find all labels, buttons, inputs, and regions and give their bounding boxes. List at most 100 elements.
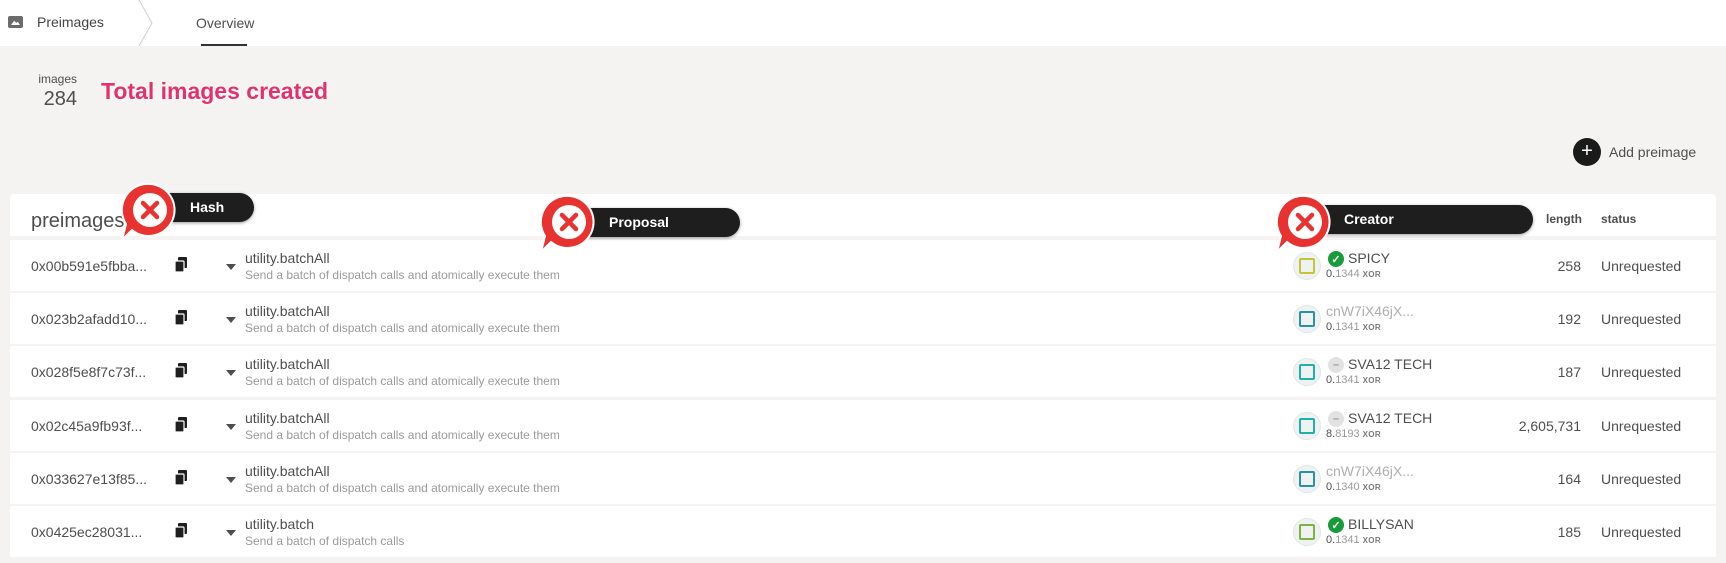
add-preimage-label: Add preimage bbox=[1609, 144, 1697, 160]
brand[interactable]: Preimages bbox=[8, 14, 104, 30]
account-avatar-icon[interactable] bbox=[1293, 305, 1321, 333]
copy-icon[interactable] bbox=[174, 310, 188, 326]
active-tab-indicator bbox=[201, 44, 247, 46]
balance-integer: 0. bbox=[1326, 321, 1336, 333]
creator-account-name[interactable]: cnW7iX46jX... bbox=[1326, 463, 1414, 479]
table-row[interactable]: 0x023b2afadd10... utility.batchAll Send a … bbox=[10, 293, 1716, 344]
balance-integer: 0. bbox=[1326, 268, 1336, 280]
balance-integer: 0. bbox=[1326, 481, 1336, 493]
verified-check-icon: ✓ bbox=[1328, 517, 1344, 533]
balance-unit: XOR bbox=[1362, 323, 1381, 332]
account-avatar-icon[interactable] bbox=[1293, 358, 1321, 386]
identity-neutral-icon: – bbox=[1328, 357, 1344, 373]
table-row[interactable]: 0x0425ec28031... utility.batch Send a batc… bbox=[10, 506, 1716, 557]
annotation-total-images: Total images created bbox=[101, 78, 329, 104]
summary-value: 284 bbox=[43, 88, 77, 110]
preimage-hash: 0x023b2afadd10... bbox=[31, 311, 147, 327]
preimage-status: Unrequested bbox=[1601, 311, 1682, 327]
preimage-hash: 0x00b591e5fbba... bbox=[31, 258, 147, 274]
balance-decimal: 1340 bbox=[1335, 481, 1360, 493]
table-row[interactable]: 0x00b591e5fbba... utility.batchAll Send a … bbox=[10, 240, 1716, 291]
proposal-description: Send a batch of dispatch calls and atomi… bbox=[245, 268, 560, 282]
table-row[interactable]: 0x028f5e8f7c73f... utility.batchAll Send a… bbox=[10, 346, 1716, 397]
balance-unit: XOR bbox=[1362, 376, 1381, 385]
column-header-length: length bbox=[1546, 212, 1582, 226]
balance-integer: 0. bbox=[1326, 374, 1336, 386]
balance-integer: 0. bbox=[1326, 534, 1336, 546]
expand-caret-icon[interactable] bbox=[226, 477, 236, 483]
preimage-status: Unrequested bbox=[1601, 471, 1682, 487]
expand-caret-icon[interactable] bbox=[226, 317, 236, 323]
creator-account-name[interactable]: SVA12 TECH bbox=[1348, 410, 1432, 426]
creator-account-name[interactable]: SPICY bbox=[1348, 250, 1390, 266]
balance-unit: XOR bbox=[1362, 483, 1381, 492]
tab-overview[interactable]: Overview bbox=[196, 15, 254, 31]
expand-caret-icon[interactable] bbox=[226, 264, 236, 270]
expand-caret-icon[interactable] bbox=[226, 530, 236, 536]
preimage-status: Unrequested bbox=[1601, 524, 1682, 540]
table-row[interactable]: 0x02c45a9fb93f... utility.batchAll Send a … bbox=[10, 400, 1716, 451]
creator-balance: 0.1341 XOR bbox=[1326, 374, 1381, 386]
proposal-description: Send a batch of dispatch calls and atomi… bbox=[245, 428, 560, 442]
creator-balance: 8.8193 XOR bbox=[1326, 428, 1381, 440]
creator-account-name[interactable]: cnW7iX46jX... bbox=[1326, 303, 1414, 319]
annotation-close-marker-icon bbox=[120, 182, 176, 244]
copy-icon[interactable] bbox=[174, 470, 188, 486]
breadcrumb-chevron-icon bbox=[138, 0, 153, 46]
annotation-close-marker-icon bbox=[1275, 194, 1331, 256]
proposal-description: Send a batch of dispatch calls and atomi… bbox=[245, 374, 560, 388]
balance-unit: XOR bbox=[1362, 270, 1381, 279]
preimage-status: Unrequested bbox=[1601, 258, 1682, 274]
image-icon bbox=[8, 16, 23, 28]
preimage-length: 192 bbox=[1557, 311, 1581, 327]
top-nav: Preimages Overview bbox=[0, 0, 1726, 46]
summary-label: images bbox=[38, 72, 77, 86]
balance-decimal: 1344 bbox=[1335, 268, 1360, 280]
balance-unit: XOR bbox=[1362, 430, 1381, 439]
balance-decimal: 1341 bbox=[1335, 534, 1360, 546]
preimage-status: Unrequested bbox=[1601, 418, 1682, 434]
expand-caret-icon[interactable] bbox=[226, 370, 236, 376]
creator-balance: 0.1341 XOR bbox=[1326, 534, 1381, 546]
balance-decimal: 1341 bbox=[1335, 321, 1360, 333]
proposal-call: utility.batchAll bbox=[245, 356, 330, 372]
preimage-length: 258 bbox=[1557, 258, 1581, 274]
proposal-call: utility.batchAll bbox=[245, 463, 330, 479]
account-avatar-icon[interactable] bbox=[1293, 412, 1321, 440]
annotation-close-marker-icon bbox=[539, 194, 595, 256]
proposal-description: Send a batch of dispatch calls and atomi… bbox=[245, 481, 560, 495]
table-title: preimages bbox=[31, 210, 125, 232]
identity-neutral-icon: – bbox=[1328, 411, 1344, 427]
images-summary: images 284 bbox=[32, 72, 77, 111]
proposal-description: Send a batch of dispatch calls bbox=[245, 534, 405, 548]
preimage-length: 2,605,731 bbox=[1518, 418, 1581, 434]
proposal-call: utility.batch bbox=[245, 516, 314, 532]
creator-account-name[interactable]: BILLYSAN bbox=[1348, 516, 1414, 532]
preimage-hash: 0x02c45a9fb93f... bbox=[31, 418, 143, 434]
account-avatar-icon[interactable] bbox=[1293, 252, 1321, 280]
preimage-hash: 0x0425ec28031... bbox=[31, 524, 143, 540]
expand-caret-icon[interactable] bbox=[226, 424, 236, 430]
brand-label: Preimages bbox=[37, 14, 104, 30]
proposal-call: utility.batchAll bbox=[245, 410, 330, 426]
add-preimage-button[interactable]: + Add preimage bbox=[1573, 138, 1696, 166]
preimage-hash: 0x033627e13f85... bbox=[31, 471, 147, 487]
preimage-length: 164 bbox=[1557, 471, 1581, 487]
account-avatar-icon[interactable] bbox=[1293, 465, 1321, 493]
copy-icon[interactable] bbox=[174, 417, 188, 433]
account-avatar-icon[interactable] bbox=[1293, 518, 1321, 546]
creator-account-name[interactable]: SVA12 TECH bbox=[1348, 356, 1432, 372]
preimage-hash: 0x028f5e8f7c73f... bbox=[31, 364, 147, 380]
proposal-description: Send a batch of dispatch calls and atomi… bbox=[245, 321, 560, 335]
creator-balance: 0.1341 XOR bbox=[1326, 321, 1381, 333]
preimage-status: Unrequested bbox=[1601, 364, 1682, 380]
table-row[interactable]: 0x033627e13f85... utility.batchAll Send a … bbox=[10, 453, 1716, 504]
copy-icon[interactable] bbox=[174, 363, 188, 379]
creator-balance: 0.1344 XOR bbox=[1326, 268, 1381, 280]
copy-icon[interactable] bbox=[174, 257, 188, 273]
column-header-status: status bbox=[1601, 212, 1637, 226]
proposal-call: utility.batchAll bbox=[245, 303, 330, 319]
copy-icon[interactable] bbox=[174, 523, 188, 539]
balance-unit: XOR bbox=[1362, 536, 1381, 545]
creator-balance: 0.1340 XOR bbox=[1326, 481, 1381, 493]
